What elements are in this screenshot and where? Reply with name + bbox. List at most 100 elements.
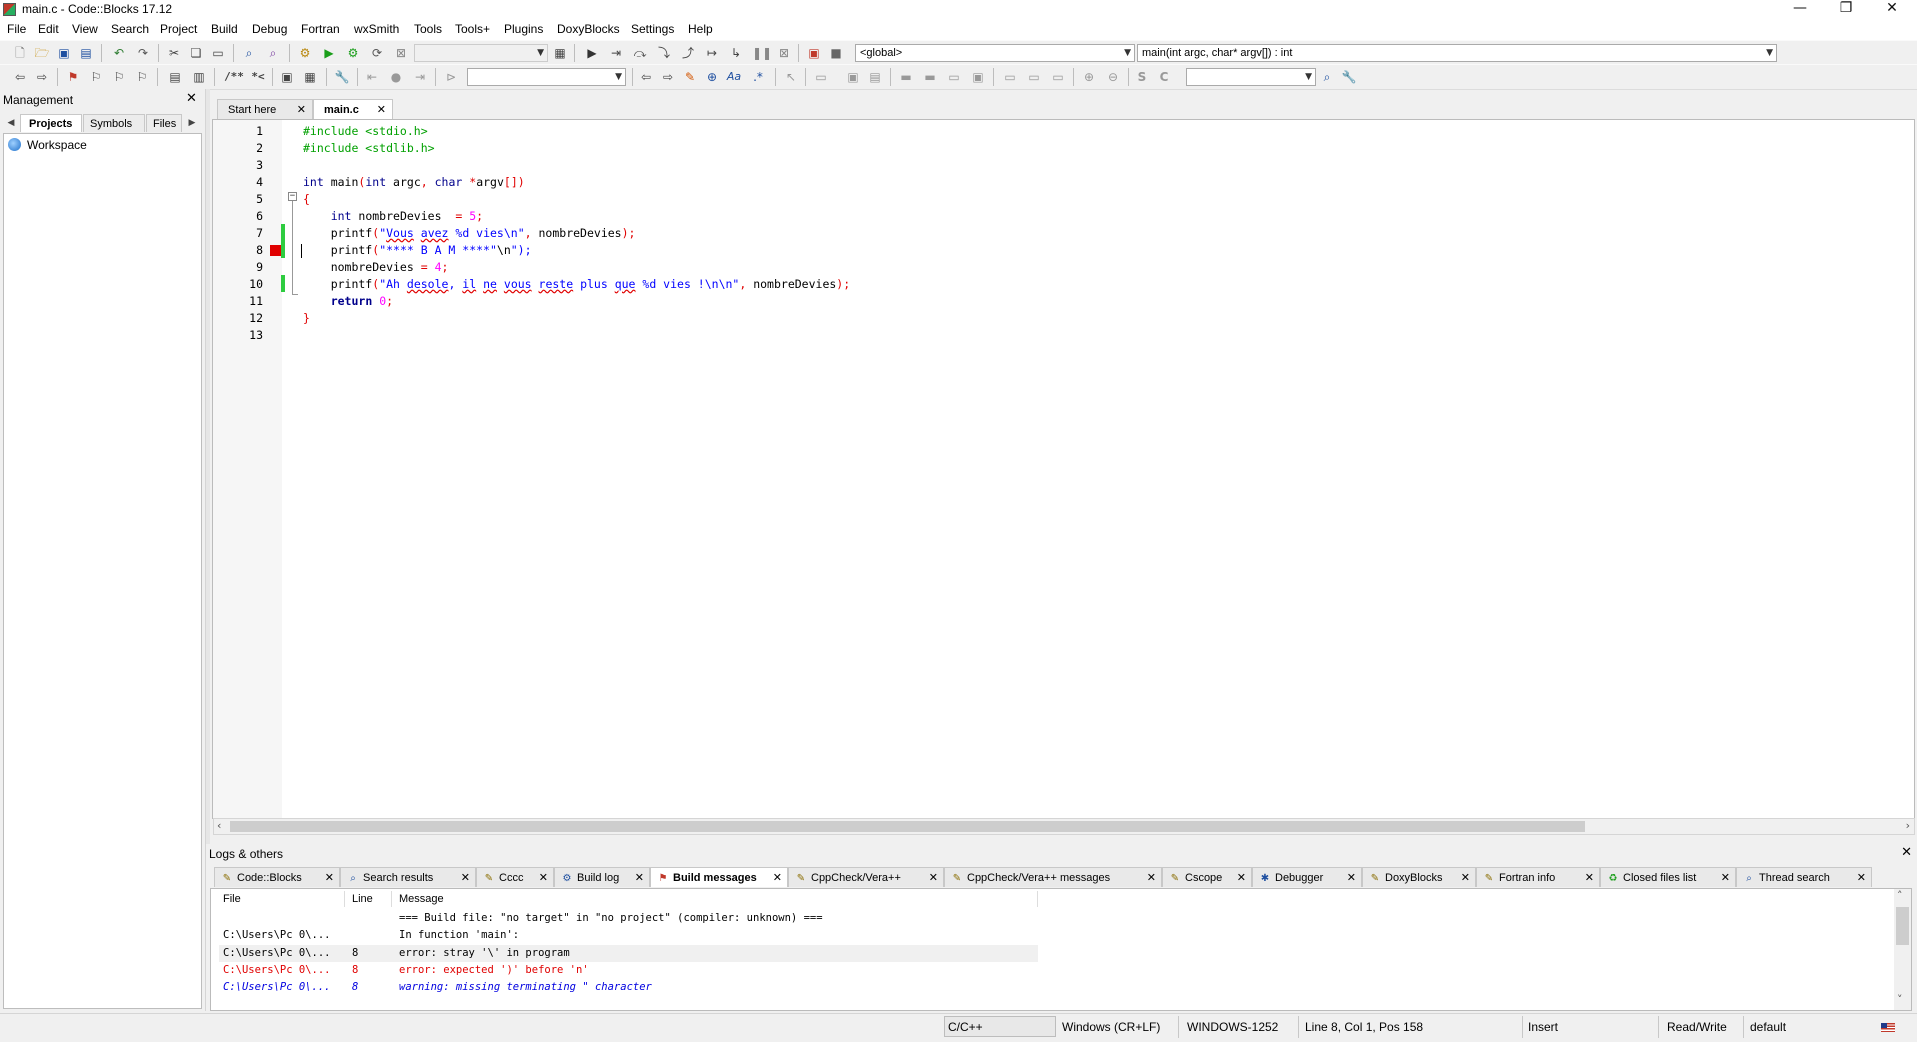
save-all-icon[interactable]: ▤ xyxy=(78,45,94,61)
tab-cscope[interactable]: ✎ Cscope ✕ xyxy=(1162,867,1252,887)
tab-build-log[interactable]: ⚙ Build log ✕ xyxy=(554,867,650,887)
wrench-icon[interactable]: 🔧 xyxy=(334,69,350,85)
breakpoint-dot-icon[interactable]: ● xyxy=(388,69,404,85)
pointer-icon[interactable]: ↖ xyxy=(783,69,799,85)
highlight-icon[interactable]: ✎ xyxy=(682,69,698,85)
tab-scroll-left-icon[interactable]: ◀ xyxy=(3,115,19,131)
tab-debugger[interactable]: ✱ Debugger ✕ xyxy=(1252,867,1362,887)
close-tab-icon[interactable]: ✕ xyxy=(297,100,306,120)
prev-icon[interactable]: ⇤ xyxy=(364,69,380,85)
logs-close-button[interactable]: ✕ xyxy=(1901,845,1912,860)
next-line-icon[interactable]: ⤼ xyxy=(632,45,648,61)
editor-horizontal-scrollbar[interactable]: ‹ › xyxy=(213,818,1915,835)
scope-combo[interactable]: <global> ▼ xyxy=(855,44,1135,62)
menu-file[interactable]: File xyxy=(7,22,26,36)
replace-icon[interactable]: ⌕ xyxy=(265,45,281,61)
paste-icon[interactable]: ▭ xyxy=(210,45,226,61)
widget-4-icon[interactable]: ▣ xyxy=(970,69,986,85)
close-tab-icon[interactable]: ✕ xyxy=(1857,868,1866,888)
close-tab-icon[interactable]: ✕ xyxy=(377,100,386,120)
open-icon[interactable]: 🗁 xyxy=(34,45,50,61)
tab-symbols[interactable]: Symbols xyxy=(83,114,145,132)
logs-vertical-scrollbar[interactable]: ˄ ˅ xyxy=(1894,889,1911,1010)
prev-bookmark-icon[interactable]: ⚐ xyxy=(88,69,104,85)
rebuild-icon[interactable]: ⟳ xyxy=(369,45,385,61)
scroll-down-icon[interactable]: ˅ xyxy=(1897,993,1903,1006)
function-combo[interactable]: main(int argc, char* argv[]) : int ▼ xyxy=(1137,44,1777,62)
widget-7-icon[interactable]: ▭ xyxy=(1050,69,1066,85)
menu-tools-plus[interactable]: Tools+ xyxy=(455,22,490,36)
widget-2-icon[interactable]: ▬ xyxy=(922,69,938,85)
symbol-combo[interactable]: ▼ xyxy=(1186,68,1316,86)
regex-icon[interactable]: .* xyxy=(750,69,766,85)
close-tab-icon[interactable]: ✕ xyxy=(539,868,548,888)
next-bookmark-icon[interactable]: ⚐ xyxy=(111,69,127,85)
menu-wxsmith[interactable]: wxSmith xyxy=(354,22,399,36)
tab-search-results[interactable]: ⌕ Search results ✕ xyxy=(340,867,476,887)
tab-build-messages[interactable]: ⚑ Build messages ✕ xyxy=(650,867,788,887)
column-header-file[interactable]: File xyxy=(223,893,241,905)
html-doc-icon[interactable]: ▦ xyxy=(302,69,318,85)
build-run-icon[interactable]: ⚙ xyxy=(345,45,361,61)
menu-build[interactable]: Build xyxy=(211,22,238,36)
widget-5-icon[interactable]: ▭ xyxy=(1002,69,1018,85)
tab-cccc[interactable]: ✎ Cccc ✕ xyxy=(476,867,554,887)
close-tab-icon[interactable]: ✕ xyxy=(635,868,644,888)
scroll-right-icon[interactable]: › xyxy=(1906,819,1910,832)
redo-icon[interactable]: ↷ xyxy=(135,45,151,61)
debug-windows-icon[interactable]: ▣ xyxy=(806,45,822,61)
find-icon[interactable]: ⌕ xyxy=(241,45,257,61)
build-icon[interactable]: ⚙ xyxy=(297,45,313,61)
menu-plugins[interactable]: Plugins xyxy=(504,22,543,36)
tab-cppcheck-messages[interactable]: ✎ CppCheck/Vera++ messages ✕ xyxy=(944,867,1162,887)
zoom-in-icon[interactable]: ⊕ xyxy=(1081,69,1097,85)
abort-icon[interactable]: ⊠ xyxy=(393,45,409,61)
tab-closed-files-list[interactable]: ♻ Closed files list ✕ xyxy=(1600,867,1736,887)
build-target-combo[interactable]: ▼ xyxy=(414,44,548,62)
debug-info-icon[interactable]: ■ xyxy=(828,45,844,61)
zoom-out-icon[interactable]: ⊖ xyxy=(1105,69,1121,85)
doxywizard-icon[interactable]: ▣ xyxy=(279,69,295,85)
symbol-settings-icon[interactable]: 🔧 xyxy=(1341,69,1357,85)
run-to-cursor-icon[interactable]: ⇥ xyxy=(608,45,624,61)
tab-cppcheck[interactable]: ✎ CppCheck/Vera++ ✕ xyxy=(788,867,944,887)
new-file-icon[interactable]: 🗋 xyxy=(12,45,28,61)
code-editor[interactable]: 1 2 3 4 5 6 7 8 9 10 11 12 13 − #include… xyxy=(212,119,1915,819)
s-icon[interactable]: S xyxy=(1134,69,1150,85)
jump-forward-icon[interactable]: ⇨ xyxy=(34,69,50,85)
jump-back-icon[interactable]: ⇦ xyxy=(12,69,28,85)
close-tab-icon[interactable]: ✕ xyxy=(1721,868,1730,888)
close-tab-icon[interactable]: ✕ xyxy=(325,868,334,888)
static-text-icon[interactable]: ▤ xyxy=(867,69,883,85)
close-tab-icon[interactable]: ✕ xyxy=(929,868,938,888)
nav-forward-icon[interactable]: ⇨ xyxy=(660,69,676,85)
frame-icon[interactable]: ▭ xyxy=(813,69,829,85)
scroll-up-icon[interactable]: ˄ xyxy=(1897,889,1903,902)
management-close-button[interactable]: ✕ xyxy=(186,91,197,106)
maximize-button[interactable]: ❐ xyxy=(1823,0,1869,19)
nav-back-icon[interactable]: ⇦ xyxy=(638,69,654,85)
menu-view[interactable]: View xyxy=(72,22,98,36)
stop-debug-icon[interactable]: ⊠ xyxy=(776,45,792,61)
font-icon[interactable]: Aa xyxy=(726,69,742,85)
debug-continue-icon[interactable]: ▶ xyxy=(584,45,600,61)
run-icon[interactable]: ▶ xyxy=(321,45,337,61)
menu-doxyblocks[interactable]: DoxyBlocks xyxy=(557,22,620,36)
tab-thread-search[interactable]: ⌕ Thread search ✕ xyxy=(1736,867,1872,887)
target-options-icon[interactable]: ▦ xyxy=(552,45,568,61)
code-completion-icon[interactable]: ⊳ xyxy=(443,69,459,85)
table-row[interactable]: C:\Users\Pc 0\... In function 'main': xyxy=(219,927,1038,944)
column-header-message[interactable]: Message xyxy=(399,893,444,905)
tab-start-here[interactable]: Start here ✕ xyxy=(217,99,313,119)
scrollbar-thumb[interactable] xyxy=(1896,907,1909,945)
workspace-node[interactable]: Workspace xyxy=(27,138,87,152)
widget-1-icon[interactable]: ▬ xyxy=(898,69,914,85)
c-icon[interactable]: C xyxy=(1156,69,1172,85)
step-into-icon[interactable]: ⤵ xyxy=(656,45,672,61)
search-combo[interactable]: ▼ xyxy=(467,68,626,86)
close-window-button[interactable]: ✕ xyxy=(1869,0,1915,19)
step-out-icon[interactable]: ⤴ xyxy=(680,45,696,61)
comment-icon[interactable]: ▤ xyxy=(167,69,183,85)
close-tab-icon[interactable]: ✕ xyxy=(1461,868,1470,888)
doxy-comment-button[interactable]: /** xyxy=(222,69,246,85)
